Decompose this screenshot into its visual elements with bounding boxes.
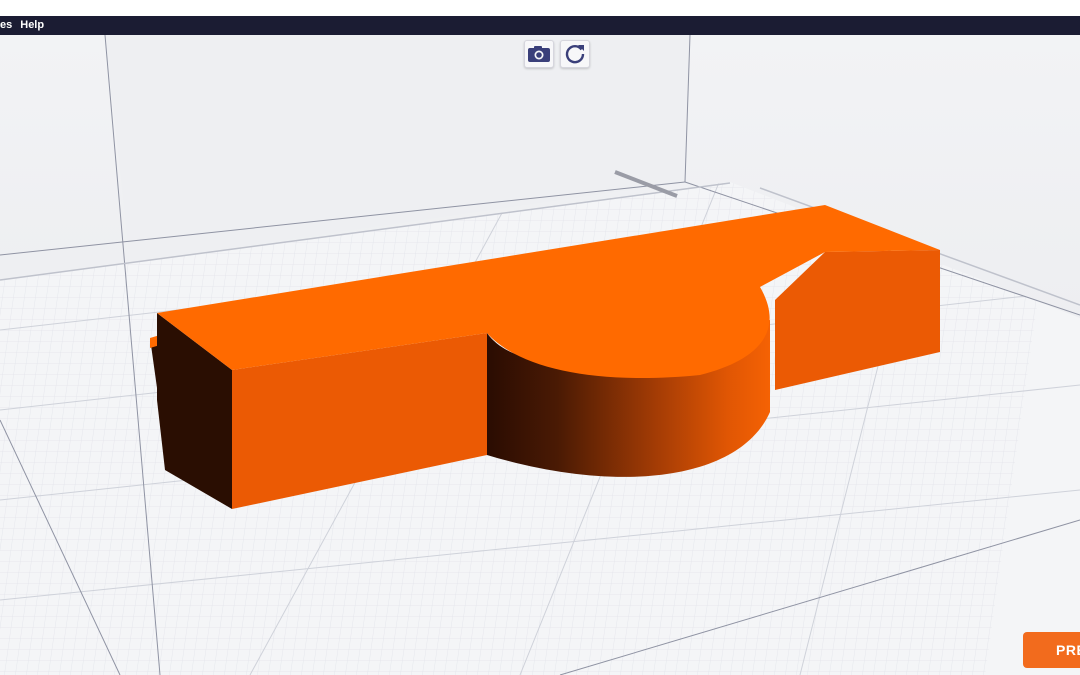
screenshot-button[interactable] (524, 40, 554, 68)
menu-item-help[interactable]: Help (16, 16, 48, 35)
menu-item-files[interactable]: es (0, 16, 16, 35)
3d-viewport[interactable] (0, 35, 1080, 675)
rotate-reset-icon (564, 43, 586, 65)
camera-icon (527, 45, 551, 63)
reset-view-button[interactable] (560, 40, 590, 68)
scene-svg (0, 35, 1080, 675)
slicer-app: es Help PR (0, 0, 1080, 675)
view-toolbar (524, 40, 590, 68)
prepare-button[interactable]: PRE (1023, 632, 1080, 668)
menubar: es Help (0, 16, 1080, 35)
title-strip (0, 0, 1080, 16)
